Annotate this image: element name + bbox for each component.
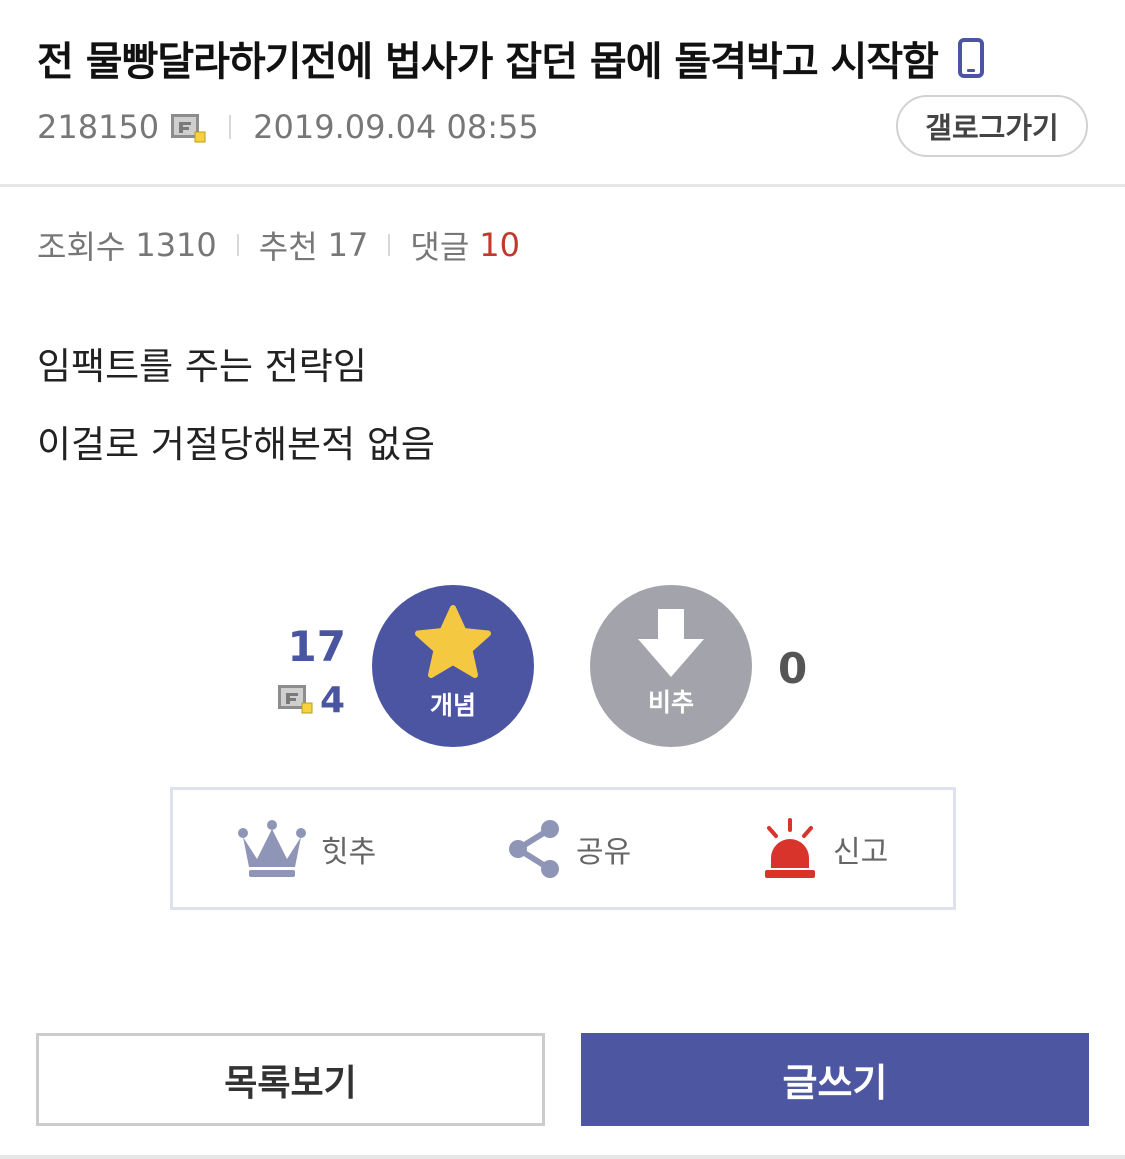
list-view-button[interactable]: 목록보기 — [36, 1033, 545, 1126]
gallog-button[interactable]: 갤로그가기 — [896, 95, 1088, 157]
star-icon — [415, 605, 491, 678]
body-line: 이걸로 거절당해본적 없음 — [37, 423, 435, 466]
fixed-nick-icon — [276, 681, 314, 719]
report-label: 신고 — [833, 834, 889, 870]
fixed-upvote-count: 4 — [320, 679, 346, 721]
share-icon — [509, 819, 559, 878]
share-button[interactable]: 공유 — [506, 790, 631, 907]
recommend-label: 추천 — [258, 228, 318, 266]
views-label: 조회수 — [37, 228, 126, 266]
post-title: 전 물빵달라하기전에 법사가 잡던 몹에 돌격박고 시작함 — [37, 39, 939, 85]
downvote-label: 비추 — [647, 688, 694, 717]
arrow-down-icon — [638, 609, 704, 677]
fixed-upvote-row: 4 — [276, 678, 345, 722]
siren-icon — [765, 817, 815, 878]
stats-separator — [236, 234, 239, 256]
body-line: 임팩트를 주는 전략임 — [37, 345, 367, 388]
header-divider — [0, 184, 1125, 187]
post-datetime: 2019.09.04 08:55 — [253, 108, 539, 146]
write-button[interactable]: 글쓰기 — [581, 1033, 1089, 1126]
upvote-button[interactable]: 개념 — [372, 585, 534, 747]
mobile-phone-icon — [957, 38, 984, 78]
upvote-label: 개념 — [429, 691, 476, 720]
action-box: 힛추 공유 신고 — [170, 787, 956, 910]
post-meta: 218150 2019.09.04 08:55 — [37, 104, 539, 150]
post-view: 전 물빵달라하기전에 법사가 잡던 몹에 돌격박고 시작함 218150 201… — [0, 0, 1125, 1159]
recommend-count: 17 — [327, 226, 369, 264]
post-stats: 조회수 1310 추천 17 댓글 10 — [37, 222, 520, 268]
upvote-count: 17 — [287, 622, 346, 671]
comments-label: 댓글 — [410, 228, 470, 266]
crown-icon — [238, 819, 306, 877]
hit-recommend-label: 힛추 — [321, 834, 377, 870]
downvote-count: 0 — [778, 644, 808, 693]
comments-count[interactable]: 10 — [479, 226, 520, 264]
meta-separator — [229, 115, 232, 139]
views-count: 1310 — [135, 226, 217, 264]
fixed-nick-icon — [169, 110, 207, 144]
stats-separator — [388, 234, 391, 256]
post-body: 임팩트를 주는 전략임 이걸로 거절당해본적 없음 — [37, 328, 435, 484]
title-row: 전 물빵달라하기전에 법사가 잡던 몹에 돌격박고 시작함 — [37, 30, 1087, 86]
hit-recommend-button[interactable]: 힛추 — [237, 790, 376, 907]
report-button[interactable]: 신고 — [761, 790, 888, 907]
author-id[interactable]: 218150 — [37, 108, 159, 146]
bottom-divider — [0, 1155, 1125, 1159]
share-label: 공유 — [576, 834, 632, 870]
downvote-button[interactable]: 비추 — [590, 585, 752, 747]
